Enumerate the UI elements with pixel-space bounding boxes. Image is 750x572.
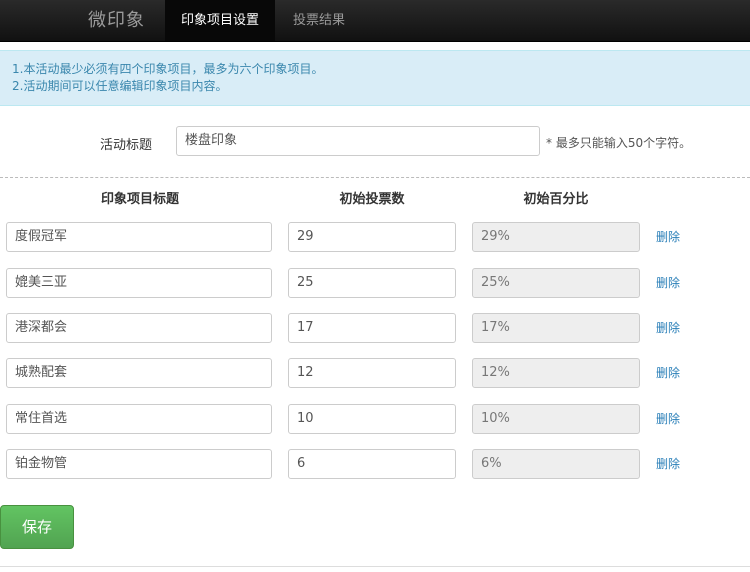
item-title-input[interactable]: 港深都会 [6,313,272,343]
item-percent-field: 6% [472,449,640,479]
table-row: 度假冠军 29 29% 删除 [0,222,750,252]
delete-link[interactable]: 删除 [656,228,680,245]
info-notice: 1.本活动最少必须有四个印象项目，最多为六个印象项目。 2.活动期间可以任意编辑… [0,50,750,106]
notice-line-2: 2.活动期间可以任意编辑印象项目内容。 [12,79,228,93]
item-title-input[interactable]: 常住首选 [6,404,272,434]
column-header-votes: 初始投票数 [339,192,405,207]
item-percent-field: 10% [472,404,640,434]
activity-title-input[interactable]: 楼盘印象 [176,126,540,156]
activity-title-hint: * 最多只能输入50个字符。 [546,136,692,150]
table-row: 城熟配套 12 12% 删除 [0,358,750,388]
table-row: 铂金物管 6 6% 删除 [0,449,750,479]
dashed-divider [0,177,750,178]
item-votes-input[interactable]: 10 [288,404,456,434]
column-header-title: 印象项目标题 [100,192,179,207]
item-title-input[interactable]: 媲美三亚 [6,268,272,298]
item-percent-field: 12% [472,358,640,388]
item-title-input[interactable]: 铂金物管 [6,449,272,479]
notice-line-1: 1.本活动最少必须有四个印象项目，最多为六个印象项目。 [12,62,324,76]
delete-link[interactable]: 删除 [656,274,680,291]
item-votes-input[interactable]: 6 [288,449,456,479]
activity-title-label: 活动标题 [100,138,153,153]
delete-link[interactable]: 删除 [656,455,680,472]
item-votes-input[interactable]: 25 [288,268,456,298]
delete-link[interactable]: 删除 [656,319,680,336]
table-row: 媲美三亚 25 25% 删除 [0,268,750,298]
bottom-divider [0,566,750,567]
delete-link[interactable]: 删除 [656,364,680,381]
top-navbar: 微印象 印象项目设置 投票结果 [0,0,750,42]
item-percent-field: 25% [472,268,640,298]
item-title-input[interactable]: 度假冠军 [6,222,272,252]
brand-logo[interactable]: 微印象 [88,0,145,41]
save-button[interactable]: 保存 [0,505,74,549]
item-title-input[interactable]: 城熟配套 [6,358,272,388]
column-header-percent: 初始百分比 [523,192,589,207]
tab-vote-results[interactable]: 投票结果 [277,0,361,41]
item-votes-input[interactable]: 12 [288,358,456,388]
table-row: 港深都会 17 17% 删除 [0,313,750,343]
item-percent-field: 17% [472,313,640,343]
tab-impression-settings[interactable]: 印象项目设置 [165,0,276,41]
item-votes-input[interactable]: 29 [288,222,456,252]
item-votes-input[interactable]: 17 [288,313,456,343]
table-row: 常住首选 10 10% 删除 [0,404,750,434]
delete-link[interactable]: 删除 [656,410,680,427]
item-percent-field: 29% [472,222,640,252]
